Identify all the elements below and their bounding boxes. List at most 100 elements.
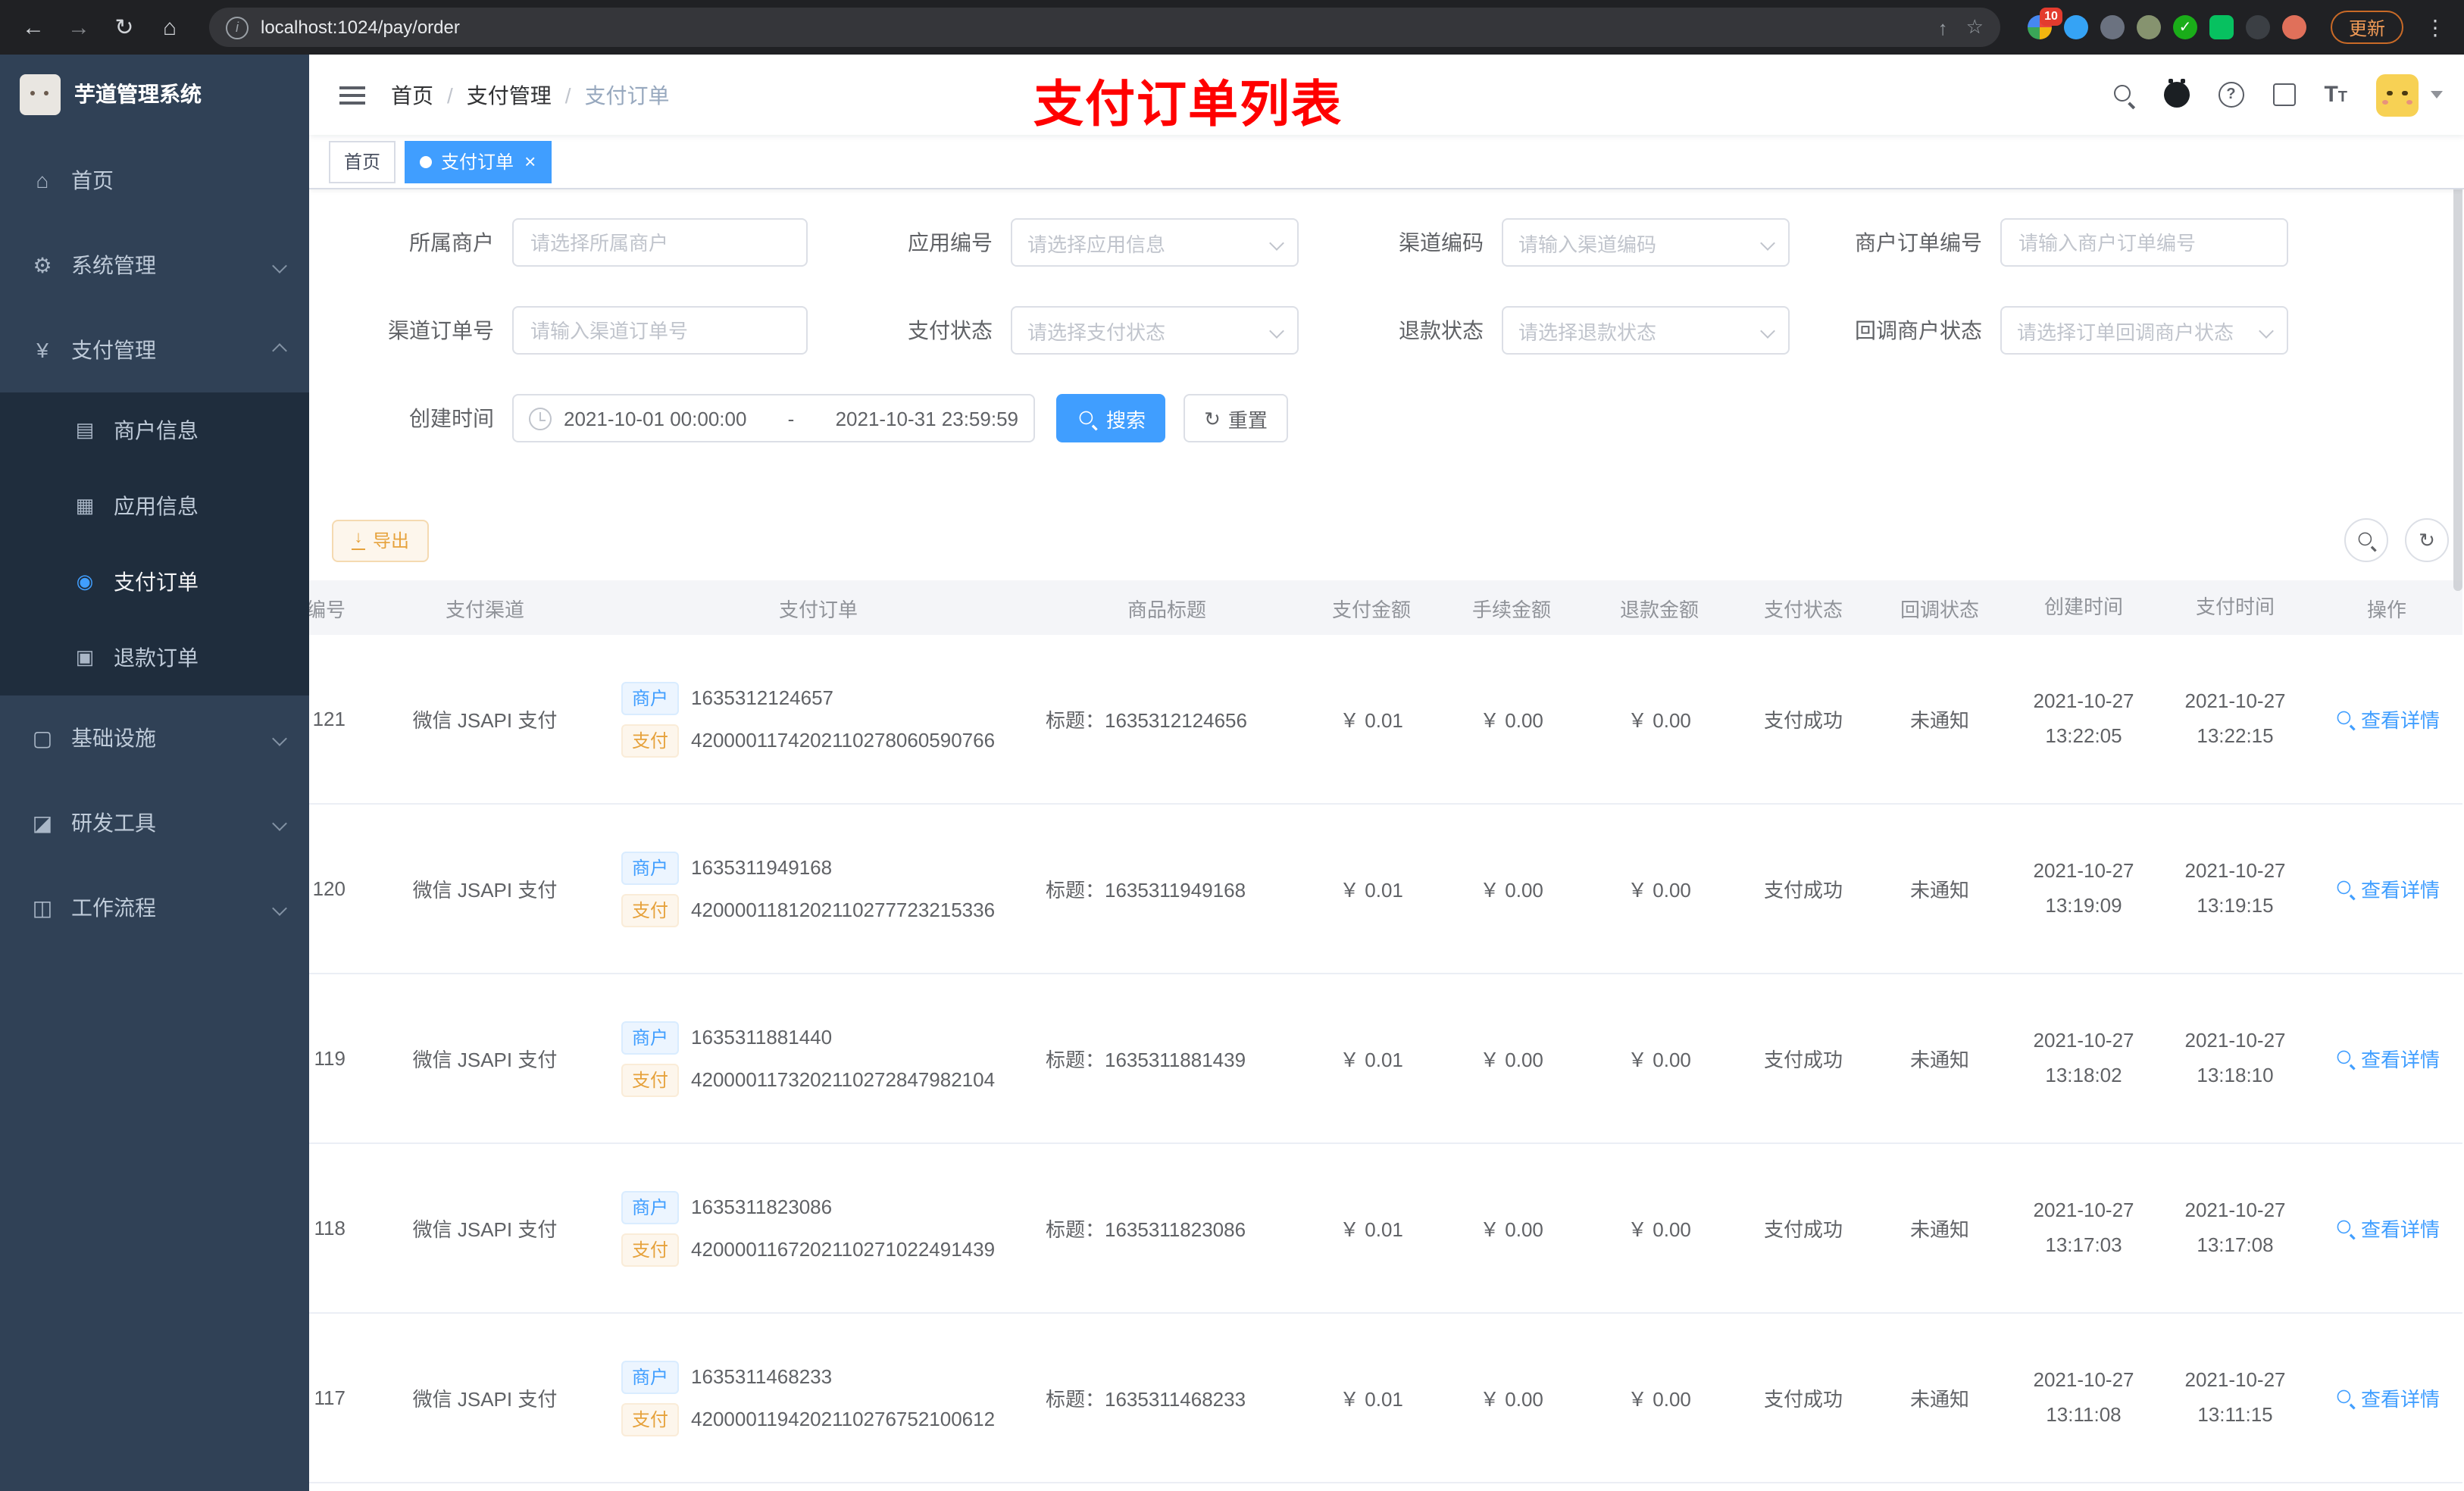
channel-code-label: 渠道编码 [1399,230,1484,255]
forward-icon[interactable]: → [61,9,97,45]
breadcrumb-payment[interactable]: 支付管理 [467,80,552,110]
cell-pay-time: 2021-10-27 13:22:15 [2184,689,2286,746]
extension-icon[interactable] [2281,15,2306,39]
refresh-button[interactable]: ↻ [2405,518,2449,562]
merchant-order-no: 1635311949168 [691,856,833,879]
merchant-label: 所属商户 [409,230,494,255]
extension-icon[interactable]: 10 [2027,8,2062,39]
cell-title: 标题：1635312124656 [1046,709,1247,732]
sidebar-item-infra[interactable]: ▢ 基础设施 [0,695,309,780]
monitor-icon: ▢ [32,725,53,749]
search-icon[interactable] [2112,83,2134,106]
chevron-down-icon [1269,235,1284,250]
browser-update-button[interactable]: 更新 [2330,11,2403,44]
pay-status-select[interactable]: 请选择支付状态 [1011,306,1299,355]
col-id: 编号 [309,598,346,620]
site-info-icon[interactable]: i [226,16,249,39]
bookmark-star-icon[interactable]: ☆ [1966,15,1984,39]
view-detail-link[interactable]: 查看详情 [2334,1213,2440,1242]
github-icon[interactable] [2163,79,2190,108]
breadcrumb-home[interactable]: 首页 [391,80,433,110]
url-text: localhost:1024/pay/order [261,17,460,38]
back-icon[interactable]: ← [15,9,52,45]
extensions-cluster: 10 ✓ [2027,8,2306,39]
navbar-actions: ? TT [2112,73,2443,116]
reload-icon[interactable]: ↻ [106,9,142,45]
chevron-down-icon[interactable] [2431,91,2443,98]
yen-icon: ¥ [36,338,48,362]
channel-order-no-input[interactable] [512,306,808,355]
share-icon[interactable]: ↑ [1938,16,1948,39]
sidebar-item-home[interactable]: ⌂ 首页 [0,138,309,223]
extension-icon[interactable]: ✓ [2172,15,2197,39]
fullscreen-icon[interactable] [2272,83,2296,106]
cell-pay-channel: 微信 JSAPI 支付 [412,1218,558,1241]
notify-status-select[interactable]: 请选择订单回调商户状态 [2000,306,2288,355]
sidebar-item-system[interactable]: ⚙ 系统管理 [0,223,309,308]
scrollbar-thumb[interactable] [2453,136,2462,591]
merchant-order-no-input[interactable] [2000,218,2288,267]
extension-icon[interactable] [2209,15,2234,39]
channel-transaction-no: 4200001167202110271022491439 [691,1238,996,1261]
sidebar-item-app-info[interactable]: ▦ 应用信息 [0,468,309,544]
active-dot-icon [420,155,433,167]
cell-pay-status: 支付成功 [1763,879,1843,902]
cell-pay-time: 2021-10-27 13:17:08 [2184,1199,2286,1255]
pay-tag: 支付 [621,893,680,927]
view-detail-link[interactable]: 查看详情 [2334,704,2440,733]
tab-home[interactable]: 首页 [329,140,396,183]
col-create-time: 创建时间 [2043,595,2123,618]
merchant-tag: 商户 [621,1021,680,1054]
refund-status-select[interactable]: 请选择退款状态 [1502,306,1790,355]
col-action: 操作 [2366,598,2406,620]
cell-create-time: 2021-10-27 13:18:02 [2033,1029,2134,1086]
create-time-range-picker[interactable]: 2021-10-01 00:00:00 - 2021-10-31 23:59:5… [512,394,1035,442]
cell-create-time: 2021-10-27 13:17:03 [2033,1199,2134,1255]
sidebar-item-devtools[interactable]: ◪ 研发工具 [0,780,309,865]
sidebar-item-payment[interactable]: ¥ 支付管理 [0,308,309,392]
reset-button[interactable]: ↻ 重置 [1184,394,1288,442]
channel-code-select[interactable]: 请输入渠道编码 [1502,218,1790,267]
address-bar[interactable]: i localhost:1024/pay/order ↑ ☆ [209,8,2000,47]
chevron-down-icon [1760,235,1775,250]
col-refund: 退款金额 [1619,598,1699,620]
chevron-down-icon [1269,323,1284,338]
browser-menu-icon[interactable]: ⋮ [2422,14,2449,40]
sidebar-item-merchant-info[interactable]: ▤ 商户信息 [0,392,309,468]
cell-pay-channel: 微信 JSAPI 支付 [412,709,558,732]
cell-create-time: 2021-10-27 13:19:09 [2033,859,2134,916]
font-size-icon[interactable]: TT [2324,83,2347,106]
cell-pay-status: 支付成功 [1763,1218,1843,1241]
sidebar-item-pay-order[interactable]: ◉ 支付订单 [0,544,309,620]
export-button[interactable]: ↓ 导出 [332,519,430,561]
chevron-down-icon [272,258,287,273]
tab-pay-order[interactable]: 支付订单 × [405,140,552,183]
cell-notify-status: 未通知 [1909,709,1969,732]
extension-icon[interactable] [2136,15,2161,39]
view-detail-link[interactable]: 查看详情 [2334,1043,2440,1072]
col-title: 商品标题 [1127,598,1206,620]
merchant-select[interactable] [512,218,808,267]
payment-submenu: ▤ 商户信息 ▦ 应用信息 ◉ 支付订单 ▣ 退款订单 [0,392,309,695]
view-detail-link[interactable]: 查看详情 [2334,874,2440,902]
document-icon: ▣ [75,645,95,668]
avatar[interactable] [2376,73,2419,116]
col-pay-channel: 支付渠道 [445,598,524,620]
cell-amount: ￥ 0.01 [1340,1388,1403,1411]
app-select[interactable]: 请选择应用信息 [1011,218,1299,267]
view-detail-link[interactable]: 查看详情 [2334,1383,2440,1411]
help-icon[interactable]: ? [2218,82,2244,108]
merchant-order-no-label: 商户订单编号 [1855,230,1982,255]
sidebar: 芋道管理系统 ⌂ 首页 ⚙ 系统管理 ¥ 支付管理 ▤ 商户信息 ▦ 应用信息 … [0,55,309,1491]
refund-status-label: 退款状态 [1399,318,1484,342]
toggle-search-button[interactable] [2344,518,2388,562]
sidebar-item-refund-order[interactable]: ▣ 退款订单 [0,620,309,695]
collapse-sidebar-icon[interactable] [333,77,370,113]
search-button[interactable]: 搜索 [1056,394,1165,442]
extension-icon[interactable] [2063,15,2088,39]
home-icon[interactable]: ⌂ [152,9,188,45]
extension-icon[interactable] [2100,15,2125,39]
close-icon[interactable]: × [524,152,536,171]
extensions-puzzle-icon[interactable] [2245,15,2270,39]
sidebar-item-workflow[interactable]: ◫ 工作流程 [0,865,309,950]
